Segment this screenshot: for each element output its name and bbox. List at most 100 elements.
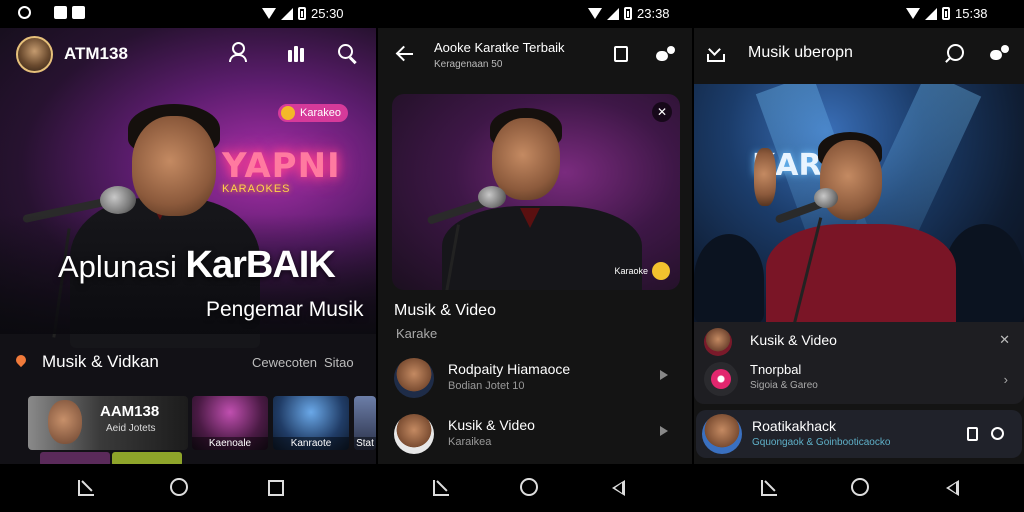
download-icon[interactable] <box>706 44 725 62</box>
sync-icon <box>18 6 31 19</box>
hero-title: Aplunasi KarBAIK <box>58 244 336 287</box>
list-item[interactable]: Kusik & Video Karaikea <box>394 414 680 458</box>
status-time: 15:38 <box>955 6 988 21</box>
singer-image <box>694 84 1024 322</box>
video-thumb-2[interactable]: Kaenoale <box>192 396 268 450</box>
wifi-icon <box>906 8 920 19</box>
hero-title-prefix: Aplunasi <box>58 249 186 284</box>
karaoke-chip-label: Karakeo <box>300 107 341 119</box>
header-title: Musik uberopn <box>748 44 853 61</box>
karaoke-tag: Karaoke <box>614 262 670 280</box>
more-icon[interactable] <box>991 427 1004 440</box>
status-time: 23:38 <box>637 6 670 21</box>
section-link-2[interactable]: Sitao <box>324 355 354 370</box>
navigation-bar <box>0 464 1024 512</box>
list-item[interactable]: Rodpaity Hiamaoce Bodian Jotet 10 <box>394 358 680 402</box>
header-subtitle: Keragenaan 50 <box>434 59 503 70</box>
list-item-title[interactable]: Kusik & Video <box>750 332 837 348</box>
rotate-icon[interactable] <box>761 480 777 496</box>
close-icon[interactable]: ✕ <box>652 102 672 122</box>
status-right-icons-1: 25:30 <box>262 6 344 21</box>
list-item-subtitle: Sigoia & Gareo <box>750 380 818 391</box>
hero-subtitle: Pengemar Musik <box>206 298 364 321</box>
now-playing-subtitle: Gquongaok & Goinbooticaocko <box>752 437 891 448</box>
search-icon[interactable] <box>337 43 357 63</box>
music-screen: Musik uberopn KARAN Kusik & Video ✕ Tnor… <box>694 28 1024 464</box>
video-thumb-featured[interactable]: AAM138 Aeid Jotets <box>28 396 188 450</box>
video-card[interactable]: ✕ Karaoke <box>392 94 680 290</box>
list-item-subtitle: Bodian Jotet 10 <box>448 380 525 392</box>
now-playing-avatar <box>702 414 742 454</box>
karaoke-tag-label: Karaoke <box>614 266 648 276</box>
back-arrow-icon[interactable] <box>396 46 413 62</box>
thumb-subtitle: Aeid Jotets <box>106 423 156 434</box>
signal-icon <box>607 7 619 20</box>
karaoke-chip-icon <box>281 106 295 120</box>
list-item-subtitle: Karaikea <box>448 436 492 448</box>
username-label: ATM138 <box>64 44 128 63</box>
user-icon[interactable] <box>228 42 247 62</box>
detail-screen: Aooke Karatke Terbaik Keragenaan 50 ✕ Ka… <box>378 28 692 464</box>
bookmark-icon[interactable] <box>614 46 628 62</box>
pin-icon <box>13 352 29 368</box>
signal-icon <box>281 7 293 20</box>
play-arrow-icon[interactable] <box>660 426 668 436</box>
back-icon[interactable] <box>946 480 959 496</box>
thumb-row-preview <box>112 452 182 464</box>
battery-icon <box>942 7 950 20</box>
section-title: Musik & Vidkan <box>42 352 159 371</box>
wifi-icon <box>262 8 276 19</box>
thumb-title: AAM138 <box>100 403 160 420</box>
status-time: 25:30 <box>311 6 344 21</box>
close-icon[interactable]: ✕ <box>999 332 1010 348</box>
rotate-icon[interactable] <box>433 480 449 496</box>
home-icon[interactable] <box>520 478 538 496</box>
status-left-icons <box>18 6 85 19</box>
karaoke-tag-icon <box>652 262 670 280</box>
status-right-icons-3: 15:38 <box>906 6 988 21</box>
header-title: Aooke Karatke Terbaik <box>434 40 565 55</box>
hero-banner[interactable]: YAPNI KARAOKES Aplunasi KarBAIK Pengemar… <box>0 28 376 348</box>
search-icon[interactable] <box>944 44 964 64</box>
battery-icon <box>298 7 306 20</box>
section-subtitle: Karake <box>396 326 438 341</box>
now-playing-bar[interactable]: Roatikakhack Gquongaok & Goinbooticaocko <box>696 410 1022 458</box>
rotate-icon[interactable] <box>78 480 94 496</box>
video-thumb-4[interactable]: Stat <box>354 396 376 450</box>
profile-avatar[interactable] <box>16 36 53 73</box>
stage-video[interactable]: KARAN <box>694 84 1024 322</box>
section-link-1[interactable]: Cewecoten <box>252 355 317 370</box>
singer-image <box>392 94 680 290</box>
list-item-title[interactable]: Tnorpbal <box>750 362 801 377</box>
record-icon <box>704 362 738 396</box>
home-screen: YAPNI KARAOKES Aplunasi KarBAIK Pengemar… <box>0 28 376 464</box>
bookmark-icon[interactable] <box>967 427 978 441</box>
home-icon[interactable] <box>851 478 869 496</box>
recents-icon[interactable] <box>268 480 284 496</box>
play-arrow-icon[interactable] <box>660 370 668 380</box>
hero-title-main: KarBAIK <box>185 244 336 286</box>
share-icon[interactable] <box>990 45 1010 61</box>
section-header: Musik & Vidkan Cewecoten Sitao <box>13 351 364 375</box>
karaoke-chip[interactable]: Karakeo <box>278 104 348 122</box>
status-bar: 25:30 23:38 15:38 <box>0 0 1024 28</box>
list-item-avatar <box>394 358 434 398</box>
home-icon[interactable] <box>170 478 188 496</box>
back-icon[interactable] <box>612 480 625 496</box>
section-title: Musik & Video <box>394 302 496 319</box>
list-item-title: Kusik & Video <box>448 417 535 433</box>
chevron-icon[interactable]: › <box>1004 372 1008 387</box>
now-playing-title: Roatikakhack <box>752 418 837 434</box>
status-right-icons-2: 23:38 <box>588 6 670 21</box>
battery-icon <box>624 7 632 20</box>
thumb-label: Stat <box>354 437 376 450</box>
library-icon[interactable] <box>288 44 306 62</box>
thumb-face <box>48 400 82 444</box>
wifi-icon <box>588 8 602 19</box>
list-item-avatar <box>394 414 434 454</box>
list-item-title: Rodpaity Hiamaoce <box>448 361 571 377</box>
video-thumb-3[interactable]: Kanraote <box>273 396 349 450</box>
thumb-row-preview <box>40 452 110 464</box>
thumb-label: Kanraote <box>273 437 349 450</box>
share-icon[interactable] <box>656 46 676 62</box>
